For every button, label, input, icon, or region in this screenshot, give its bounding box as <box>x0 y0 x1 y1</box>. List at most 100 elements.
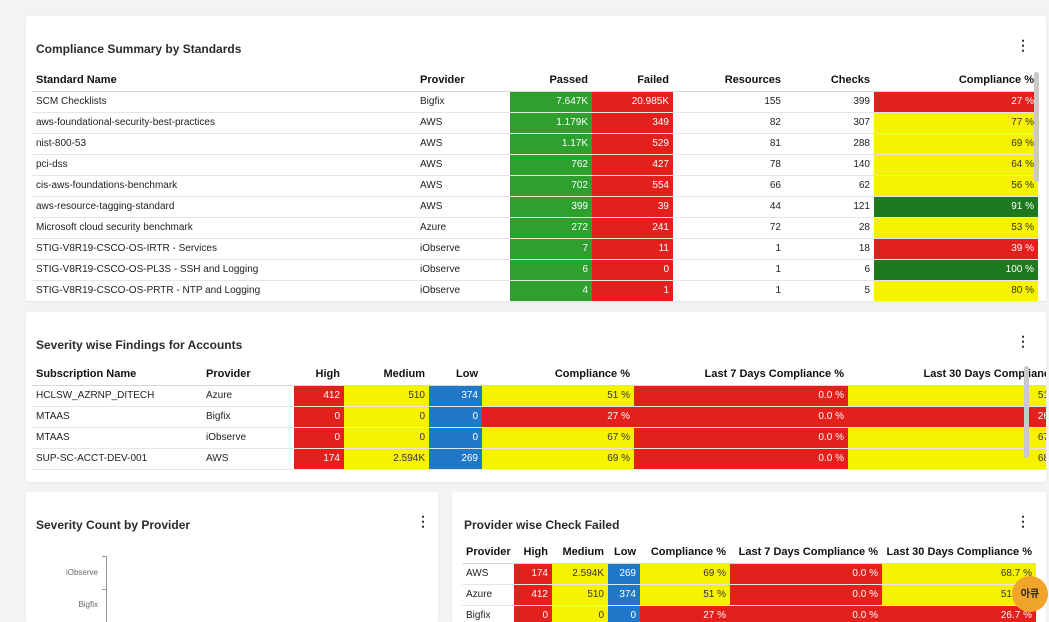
medium-cell: 0 <box>344 406 429 428</box>
column-header[interactable]: Low <box>608 542 640 564</box>
card-menu-icon[interactable]: ⋮ <box>1016 334 1030 348</box>
failed-cell: 427 <box>592 154 673 176</box>
floating-action-button[interactable]: 아큐 <box>1012 576 1048 612</box>
provider-cell: AWS <box>416 196 510 218</box>
column-header[interactable]: Provider <box>416 70 510 92</box>
column-header[interactable]: Last 7 Days Compliance % <box>634 364 848 386</box>
passed-cell: 7.647K <box>510 91 592 113</box>
column-header[interactable]: Provider <box>462 542 514 564</box>
table-row[interactable]: AWS 174 2.594K 269 69 % 0.0 % 68.7 % <box>462 563 1036 585</box>
resources-cell: 82 <box>673 112 785 134</box>
compliance-cell: 69 % <box>482 448 634 470</box>
table-row[interactable]: MTAASiObserve00067 %0.0 %67.1 % <box>32 427 1046 449</box>
column-header[interactable]: Last 7 Days Compliance % <box>730 542 882 564</box>
provider-cell: iObserve <box>416 238 510 260</box>
column-header[interactable]: Compliance % <box>874 70 1038 92</box>
table-row[interactable]: Bigfix 0 0 0 27 % 0.0 % 26.7 % <box>462 605 1036 622</box>
table-row[interactable]: STIG-V8R19-CSCO-OS-PL3S - SSH and Loggin… <box>32 259 1038 281</box>
table-row[interactable]: aws-foundational-security-best-practices… <box>32 112 1038 134</box>
high-cell: 412 <box>294 385 344 407</box>
column-header[interactable]: Passed <box>510 70 592 92</box>
column-header[interactable]: Last 30 Days Compliance % <box>848 364 1046 386</box>
resources-cell: 1 <box>673 280 785 301</box>
provider-cell: Azure <box>462 584 514 606</box>
last-30-days-cell: 26.7 % <box>882 605 1036 622</box>
column-header[interactable]: Last 30 Days Compliance % <box>882 542 1036 564</box>
y-tick <box>102 556 106 557</box>
table-row[interactable]: nist-800-53 AWS 1.17K 529 81 288 69 % <box>32 133 1038 155</box>
table-row[interactable]: STIG-V8R19-CSCO-OS-PRTR - NTP and Loggin… <box>32 280 1038 301</box>
last-30-days-cell: 26.7 % <box>848 406 1046 428</box>
provider-cell: Bigfix <box>202 406 294 428</box>
high-cell: 412 <box>514 584 552 606</box>
failed-cell: 241 <box>592 217 673 239</box>
checks-cell: 140 <box>785 154 874 176</box>
checks-cell: 62 <box>785 175 874 197</box>
table-row[interactable]: SUP-SC-ACCT-DEV-001 AWS 174 2.594K 269 69 % 0.… <box>32 448 1046 470</box>
column-header[interactable]: Medium <box>552 542 608 564</box>
card-menu-icon[interactable]: ⋮ <box>1016 38 1030 52</box>
low-cell: 374 <box>429 385 482 407</box>
low-cell: 0 <box>429 427 482 449</box>
column-header[interactable]: Compliance % <box>640 542 730 564</box>
table-row[interactable]: HCLSW_AZRNP_DITECH Azure 412 510 374 51 % 0.0 … <box>32 385 1046 407</box>
column-header[interactable]: Provider <box>202 364 294 386</box>
compliance-cell: 69 % <box>640 563 730 585</box>
failed-cell: 39 <box>592 196 673 218</box>
severity-findings-card: Severity wise Findings for Accounts ⋮ Su… <box>26 312 1046 482</box>
compliance-cell: 100 % <box>874 259 1038 281</box>
table-row[interactable]: Microsoft cloud security benchmark Azure 2… <box>32 217 1038 239</box>
column-header[interactable]: Compliance % <box>482 364 634 386</box>
y-axis-label: iObserve <box>65 568 98 577</box>
scrollbar[interactable] <box>1034 72 1039 182</box>
column-header[interactable]: Checks <box>785 70 874 92</box>
passed-cell: 762 <box>510 154 592 176</box>
card-menu-icon[interactable]: ⋮ <box>416 514 430 528</box>
table-row[interactable]: aws-resource-tagging-standard AWS 399 39 44 1… <box>32 196 1038 218</box>
low-cell: 0 <box>429 406 482 428</box>
last-7-days-cell: 0.0 % <box>634 385 848 407</box>
table-row[interactable]: cis-aws-foundations-benchmark AWS 702 554 66… <box>32 175 1038 197</box>
scrollbar[interactable] <box>1024 366 1029 458</box>
compliance-cell: 67 % <box>482 427 634 449</box>
table-row[interactable]: MTAASBigfix00027 %0.0 %26.7 % <box>32 406 1046 428</box>
resources-cell: 72 <box>673 217 785 239</box>
resources-cell: 1 <box>673 238 785 260</box>
card-title: Severity Count by Provider <box>36 518 191 532</box>
table-row[interactable]: pci-dss AWS 762 427 78 140 64 % <box>32 154 1038 176</box>
column-header[interactable]: High <box>294 364 344 386</box>
compliance-cell: 69 % <box>874 133 1038 155</box>
provider-cell: Azure <box>416 217 510 239</box>
resources-cell: 1 <box>673 259 785 281</box>
table-row[interactable]: STIG-V8R19-CSCO-OS-IRTR - Services iObser… <box>32 238 1038 260</box>
column-header[interactable]: Subscription Name <box>32 364 202 386</box>
provider-cell: AWS <box>416 133 510 155</box>
checks-cell: 28 <box>785 217 874 239</box>
table-row[interactable]: SCM Checklists Bigfix 7.647K 20.985K 155 399 2… <box>32 91 1038 113</box>
standard-name-cell: aws-foundational-security-best-practices <box>32 112 416 134</box>
resources-cell: 66 <box>673 175 785 197</box>
last-7-days-cell: 0.0 % <box>730 563 882 585</box>
card-title: Severity wise Findings for Accounts <box>36 338 243 352</box>
compliance-cell: 27 % <box>640 605 730 622</box>
subscription-name-cell: SUP-SC-ACCT-DEV-001 <box>32 448 202 470</box>
column-header[interactable]: Low <box>429 364 482 386</box>
provider-cell: AWS <box>416 112 510 134</box>
table-header-row: Standard Name Provider Passed Failed Res… <box>32 70 1038 92</box>
column-header[interactable]: Failed <box>592 70 673 92</box>
high-cell: 0 <box>294 427 344 449</box>
medium-cell: 2.594K <box>344 448 429 470</box>
column-header[interactable]: Resources <box>673 70 785 92</box>
provider-cell: AWS <box>202 448 294 470</box>
column-header[interactable]: Standard Name <box>32 70 416 92</box>
provider-check-failed-table: Provider High Medium Low Compliance % La… <box>462 542 1036 622</box>
column-header[interactable]: Medium <box>344 364 429 386</box>
medium-cell: 510 <box>552 584 608 606</box>
low-cell: 269 <box>608 563 640 585</box>
column-header[interactable]: High <box>514 542 552 564</box>
card-menu-icon[interactable]: ⋮ <box>1016 514 1030 528</box>
last-7-days-cell: 0.0 % <box>730 584 882 606</box>
resources-cell: 155 <box>673 91 785 113</box>
last-7-days-cell: 0.0 % <box>634 427 848 449</box>
table-row[interactable]: Azure41251037451 %0.0 %51.5 % <box>462 584 1036 606</box>
